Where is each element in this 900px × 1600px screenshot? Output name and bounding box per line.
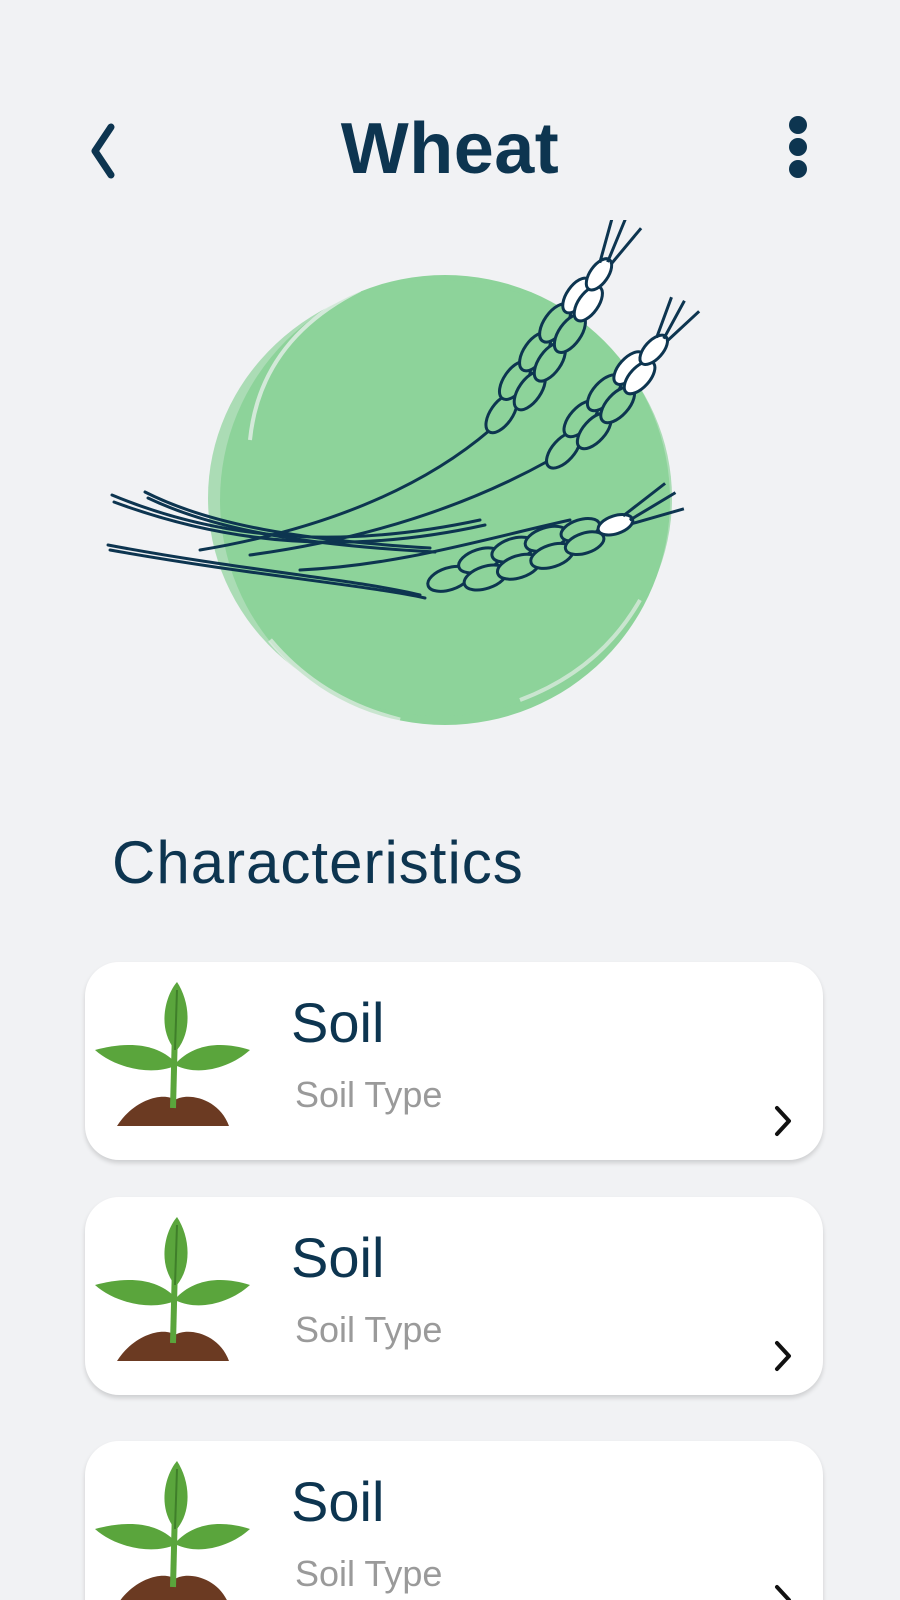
green-circle-background [208, 275, 672, 725]
more-vertical-icon [789, 116, 807, 178]
card-title: Soil [291, 1470, 385, 1533]
card-title: Soil [291, 1226, 385, 1289]
characteristic-card[interactable]: Soil Soil Type [85, 1441, 823, 1600]
page-title: Wheat [340, 109, 560, 189]
plant-sprout-icon [95, 1217, 250, 1361]
chevron-right-icon [775, 1106, 791, 1136]
plant-sprout-icon [95, 1461, 250, 1600]
section-title: Characteristics [112, 829, 524, 896]
chevron-right-icon [775, 1341, 791, 1371]
chevron-right-icon [775, 1585, 791, 1600]
characteristic-card[interactable]: Soil Soil Type [85, 962, 823, 1160]
card-title: Soil [291, 991, 385, 1054]
crop-detail-screen: Wheat Characteristics Soil Soil Type Soi… [0, 0, 900, 1600]
more-options-button[interactable] [776, 112, 820, 182]
plant-sprout-icon [95, 982, 250, 1126]
card-subtitle: Soil Type [295, 1553, 443, 1594]
characteristic-card[interactable]: Soil Soil Type [85, 1197, 823, 1395]
card-subtitle: Soil Type [295, 1309, 443, 1350]
card-subtitle: Soil Type [295, 1074, 443, 1115]
wheat-illustration [106, 220, 701, 725]
